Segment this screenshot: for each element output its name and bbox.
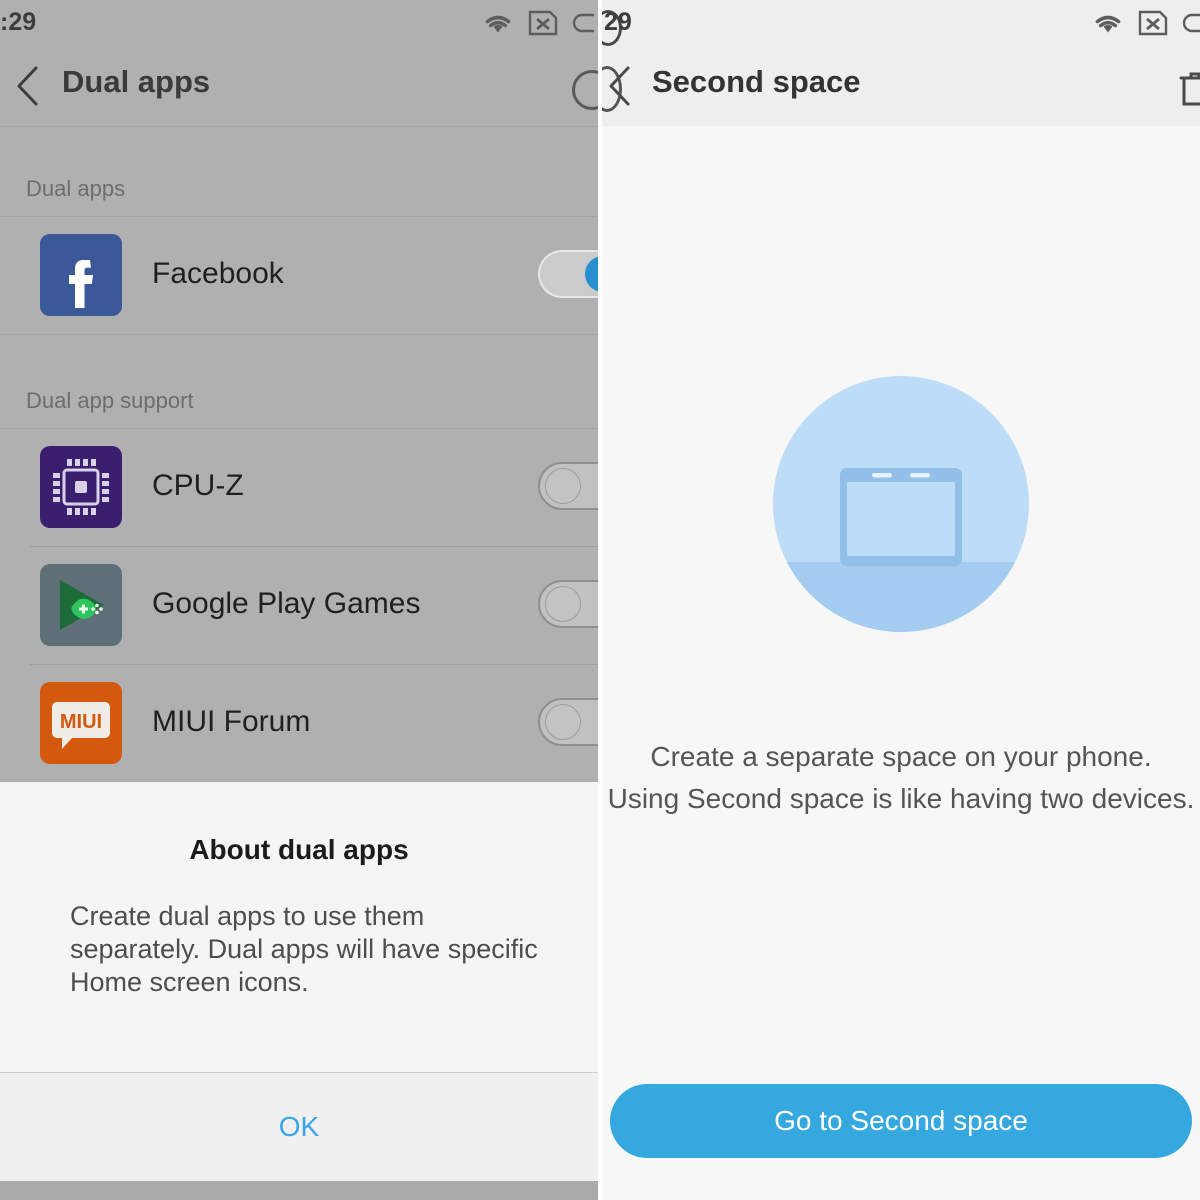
overflow-circle-icon[interactable] <box>572 70 598 110</box>
svg-text:MIUI: MIUI <box>60 711 102 733</box>
caption-line-2: Using Second space is like having two de… <box>607 783 1195 814</box>
facebook-icon <box>40 234 122 316</box>
app-name-google-play-games: Google Play Games <box>152 587 421 620</box>
miui-forum-icon: MIUI <box>40 682 122 764</box>
status-bar-icons <box>482 10 598 41</box>
ok-button[interactable]: OK <box>249 1101 349 1153</box>
battery-icon <box>572 11 598 40</box>
toggle-cpu-z[interactable] <box>538 462 598 510</box>
toggle-google-play-games[interactable] <box>538 580 598 628</box>
right-status-bar: 29 <box>602 0 1200 48</box>
navigation-bar <box>0 1181 598 1200</box>
second-space-illustration <box>602 372 1200 636</box>
wifi-icon <box>1092 10 1124 41</box>
app-name-facebook: Facebook <box>152 257 284 290</box>
dialog-body-text: Create dual apps to use them separately.… <box>70 901 538 997</box>
dimmed-content-overlay: :29 Dual apps Dual apps Facebook Dual ap… <box>0 0 598 782</box>
page-title: Dual apps <box>62 64 211 99</box>
dialog-title: About dual apps <box>189 834 409 865</box>
toggle-knob <box>545 468 581 504</box>
left-status-bar: :29 <box>0 0 598 48</box>
divider <box>0 334 598 335</box>
list-item-cpu-z[interactable]: CPU-Z <box>0 428 598 546</box>
status-bar-icons <box>1092 10 1200 41</box>
second-space-caption: Create a separate space on your phone. U… <box>602 736 1200 820</box>
caption-line-1: Create a separate space on your phone. <box>650 741 1152 772</box>
toggle-knob <box>545 704 581 740</box>
laptop-in-circle-illustration <box>773 376 1029 632</box>
toggle-facebook[interactable] <box>538 250 598 298</box>
dialog-action-bar: OK <box>0 1073 598 1181</box>
app-name-cpu-z: CPU-Z <box>152 469 244 502</box>
about-dual-apps-dialog: About dual apps Create dual apps to use … <box>0 782 598 1072</box>
back-chevron-icon[interactable] <box>602 62 636 110</box>
section-header-dual-apps: Dual apps <box>26 176 126 201</box>
status-bar-time: 29 <box>604 8 632 36</box>
right-screen-second-space: 29 Second space Create a separate space … <box>602 0 1200 1200</box>
list-item-facebook[interactable]: Facebook <box>0 216 598 334</box>
cpuz-icon <box>40 446 122 528</box>
left-screen-dual-apps: :29 Dual apps Dual apps Facebook Dual ap… <box>0 0 598 1200</box>
toggle-knob <box>545 586 581 622</box>
google-play-games-icon <box>40 564 122 646</box>
no-sim-icon <box>1138 10 1168 41</box>
toggle-knob <box>585 256 598 292</box>
left-title-bar: Dual apps <box>0 48 598 126</box>
page-title: Second space <box>652 64 861 99</box>
go-to-second-space-button[interactable]: Go to Second space <box>610 1084 1192 1158</box>
list-item-google-play-games[interactable]: Google Play Games <box>0 546 598 664</box>
list-item-miui-forum[interactable]: MIUI MIUI Forum <box>0 664 598 782</box>
section-header-dual-app-support: Dual app support <box>26 388 194 413</box>
wifi-icon <box>482 10 514 41</box>
toggle-miui-forum[interactable] <box>538 698 598 746</box>
status-bar-time: :29 <box>0 8 37 36</box>
right-title-bar: Second space <box>602 48 1200 126</box>
no-sim-icon <box>528 10 558 41</box>
screenshot-root: :29 Dual apps Dual apps Facebook Dual ap… <box>0 0 1200 1200</box>
battery-icon <box>1182 11 1200 40</box>
trash-icon[interactable] <box>1178 70 1200 108</box>
divider <box>0 126 598 127</box>
back-chevron-icon[interactable] <box>10 62 44 110</box>
app-name-miui-forum: MIUI Forum <box>152 705 311 738</box>
